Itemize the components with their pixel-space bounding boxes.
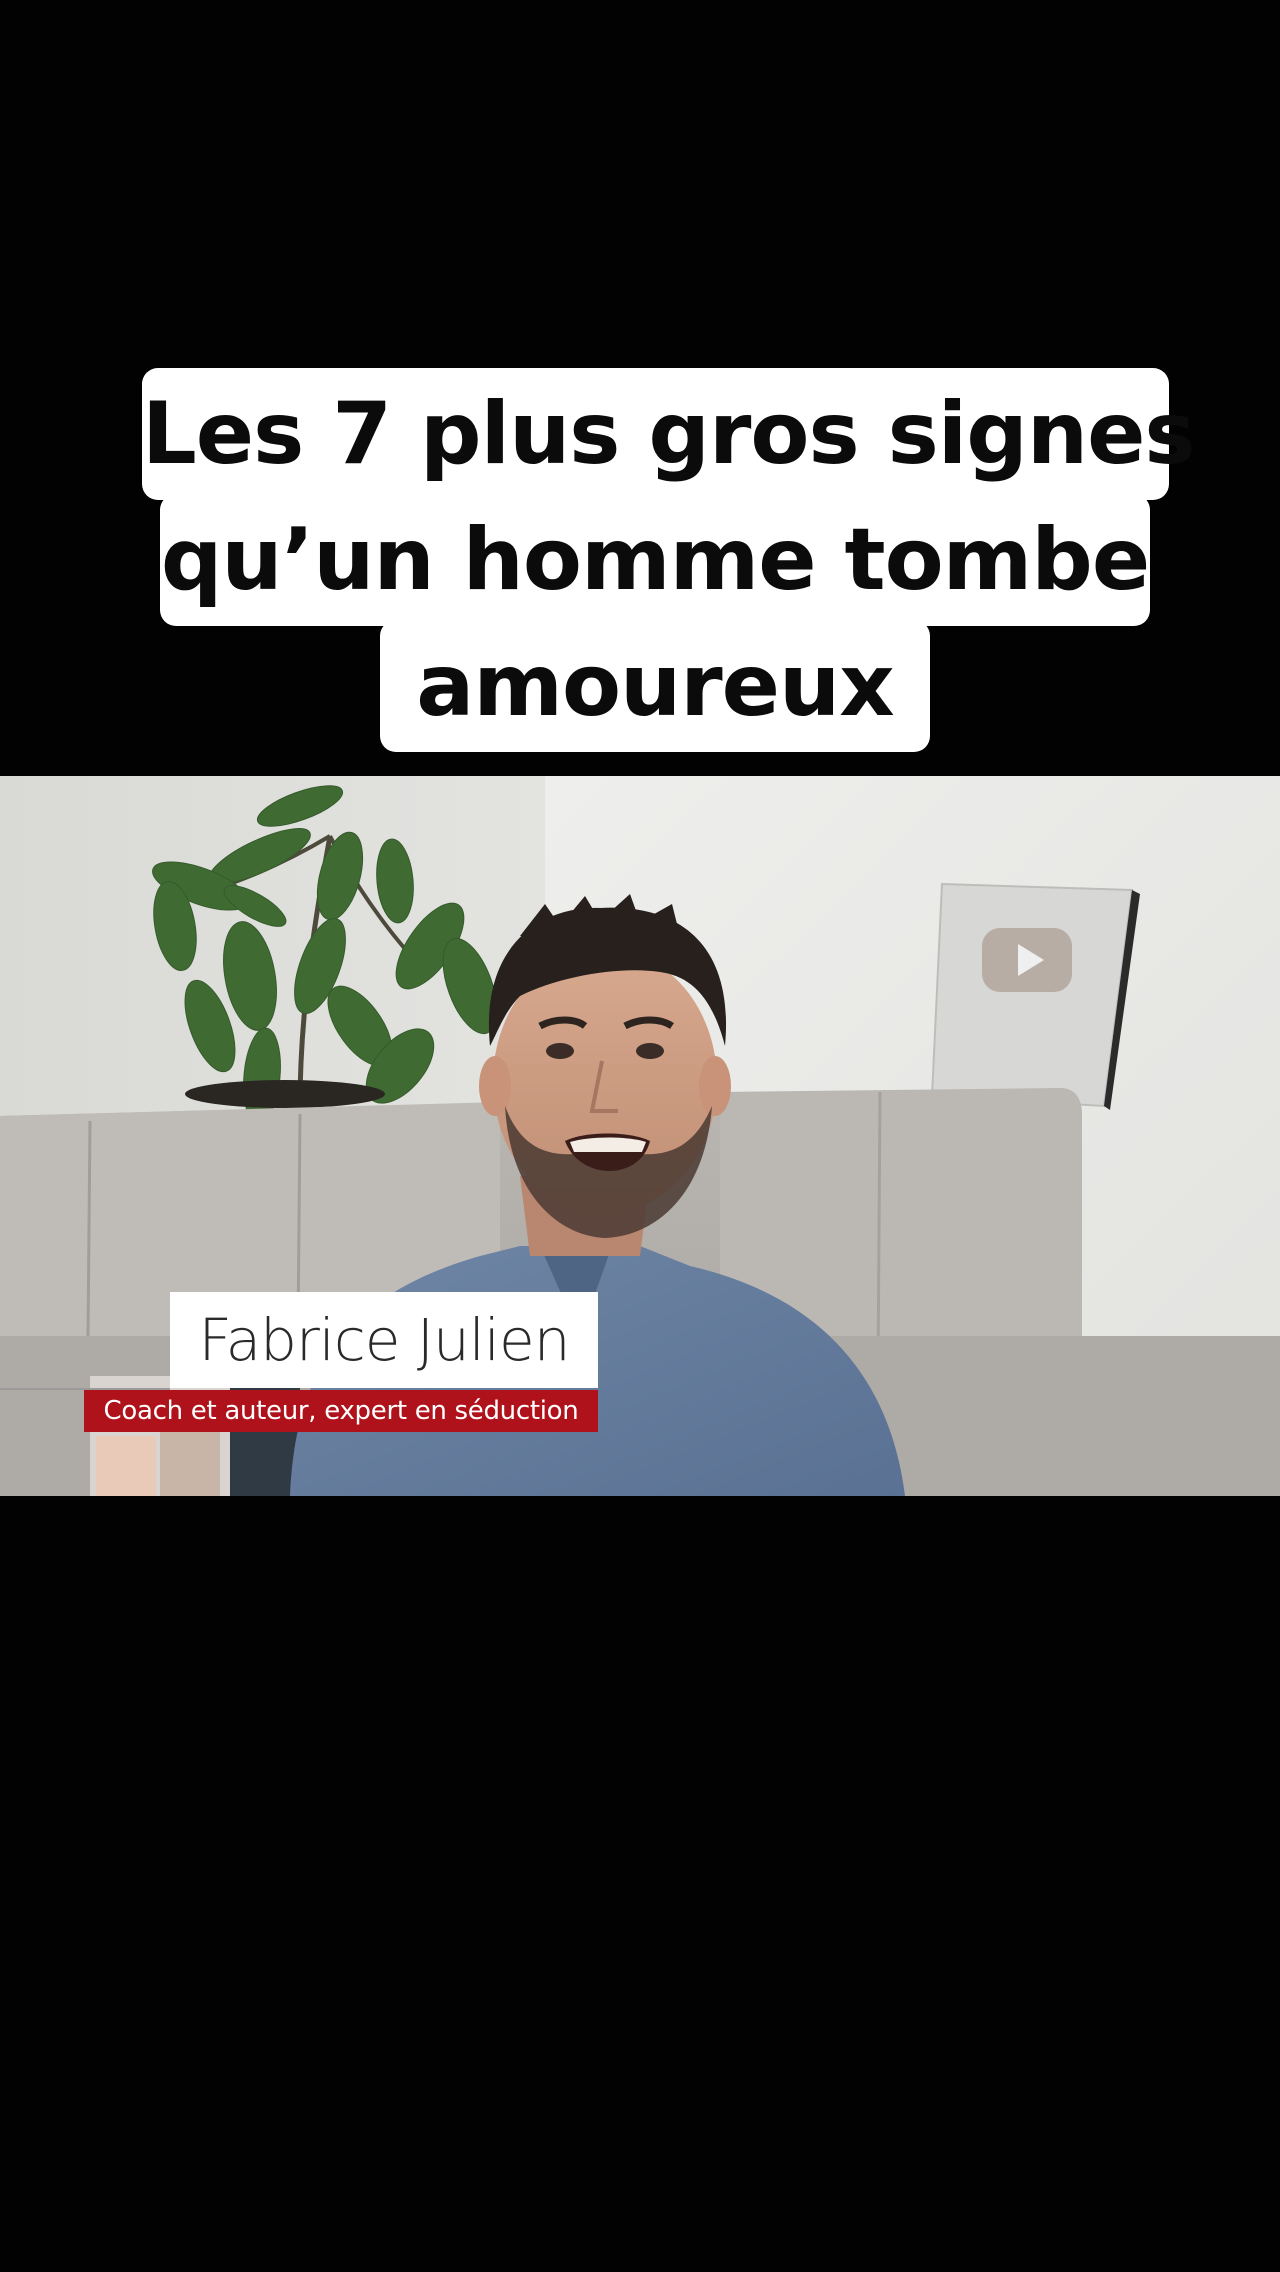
caption-line-3: amoureux <box>380 620 930 752</box>
video-scene <box>0 776 1280 1496</box>
caption-line-2: qu’un homme tombe <box>160 494 1150 626</box>
lower-third-name: Fabrice Julien <box>170 1292 598 1388</box>
plant-pot <box>185 1080 385 1108</box>
caption-line-1: Les 7 plus gros signes <box>142 368 1196 500</box>
video-frame[interactable] <box>0 776 1280 1496</box>
lower-third-role: Coach et auteur, expert en séduction <box>84 1390 598 1432</box>
play-button-plaque <box>930 882 1140 1110</box>
